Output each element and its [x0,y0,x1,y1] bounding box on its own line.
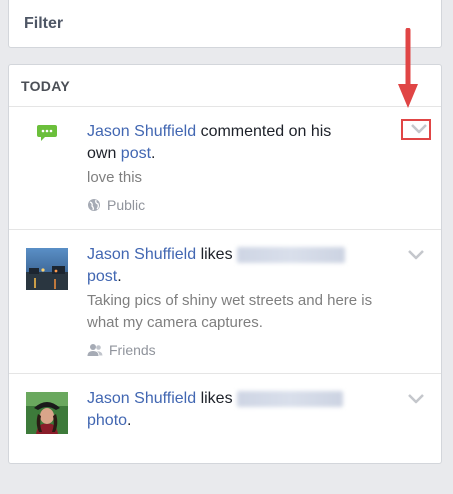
activity-verb: likes [196,246,238,263]
activity-verb: commented on his [196,123,332,140]
chevron-down-icon[interactable] [408,250,424,260]
annotation-arrow [398,28,418,108]
actor-link[interactable]: Jason Shuffield [87,390,196,407]
filter-button[interactable]: Filter [24,15,63,33]
section-header: TODAY [9,65,441,107]
actor-link[interactable]: Jason Shuffield [87,123,196,140]
activity-text: Jason Shuffield likes photo. [87,388,401,432]
comment-icon [37,125,57,141]
activity-item[interactable]: Jason Shuffield likes photo. [9,374,441,494]
post-body: Taking pics of shiny wet streets and her… [87,292,373,331]
post-link[interactable]: post [87,268,117,285]
activity-punct: . [151,145,156,162]
pirate-photo-thumbnail [26,392,68,434]
redacted-name [237,390,344,407]
activity-punct: . [117,268,122,285]
filter-card[interactable]: Filter [8,0,442,48]
activity-verb-cont: own [87,145,121,162]
redacted-name [237,246,346,263]
photo-link[interactable]: photo [87,412,127,429]
street-photo-thumbnail [26,248,68,290]
audience: Public [87,195,401,215]
activity-item[interactable]: Jason Shuffield likes post. Taking pics … [9,230,441,374]
post-link[interactable]: post [121,145,151,162]
audience-label: Friends [109,342,156,358]
annotation-highlight-box [401,119,431,140]
audience: Friends [87,340,401,360]
comment-body: love this [87,169,143,186]
activity-text: Jason Shuffield commented on his own pos… [87,121,401,215]
globe-icon [88,199,100,211]
activity-verb: likes [196,390,238,407]
activity-item[interactable]: Jason Shuffield commented on his own pos… [9,107,441,230]
audience-label: Public [107,197,146,213]
chevron-down-icon[interactable] [408,394,424,404]
actor-link[interactable]: Jason Shuffield [87,246,196,263]
activity-text: Jason Shuffield likes post. Taking pics … [87,244,401,360]
activity-feed: TODAY Jason Shuffield commented on his o… [8,64,442,464]
section-title: TODAY [21,78,70,94]
activity-punct: . [127,412,132,429]
friends-icon [87,344,103,356]
